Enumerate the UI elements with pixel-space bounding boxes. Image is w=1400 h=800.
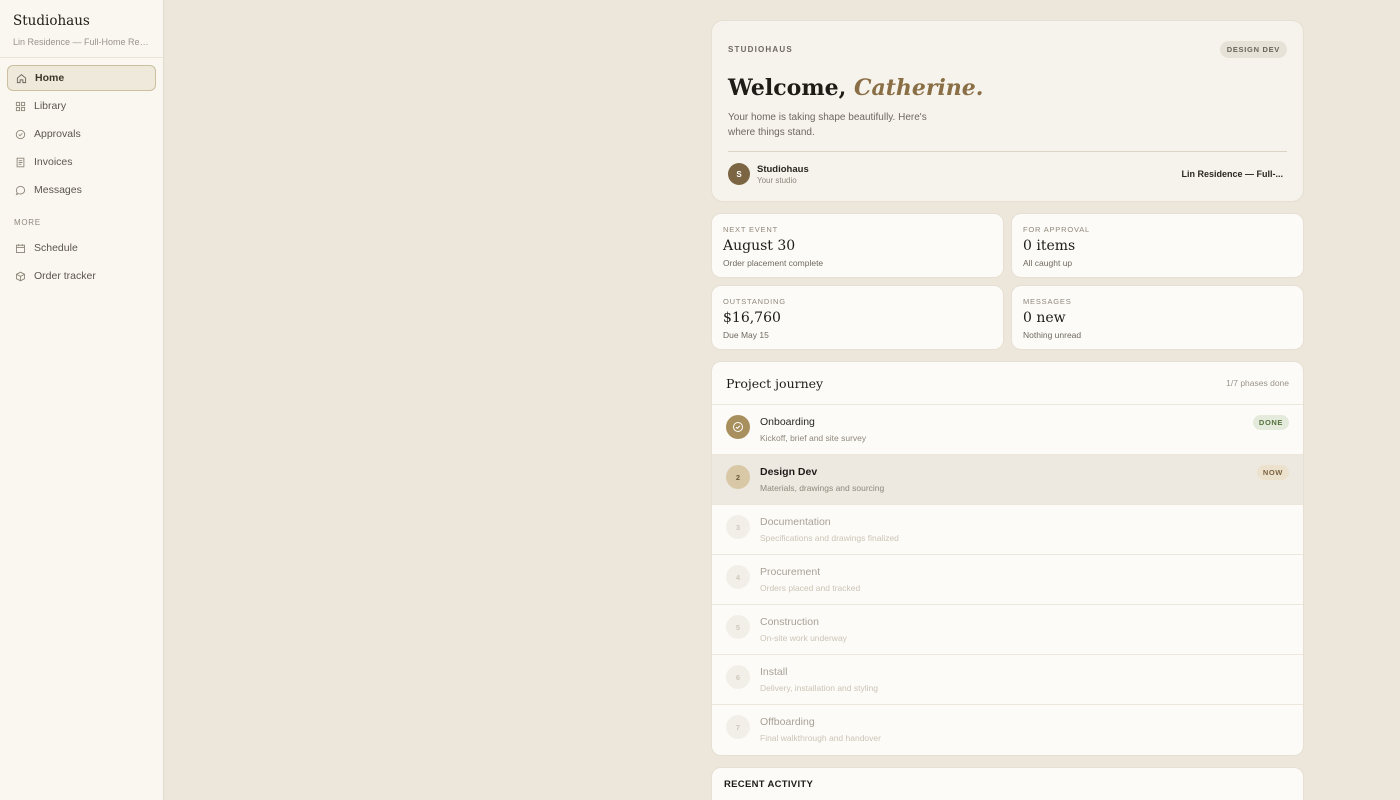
project-name: Lin Residence — Full-... xyxy=(1181,169,1283,179)
welcome-prefix: Welcome, xyxy=(728,75,854,101)
status-badge: NOW xyxy=(1256,465,1289,480)
stat-value: 0 new xyxy=(1023,310,1066,326)
phase-subtitle: Specifications and drawings finalized xyxy=(760,533,899,543)
studio-eyebrow: STUDIOHAUS xyxy=(728,45,793,54)
welcome-heading: Welcome, Catherine. xyxy=(728,75,1287,101)
phase-install[interactable]: 6 Install Delivery, installation and sty… xyxy=(712,655,1303,705)
stat-sub: All caught up xyxy=(1023,258,1073,268)
phase-title: Onboarding xyxy=(760,416,815,428)
grid-icon xyxy=(15,101,26,111)
stat-for-approval[interactable]: FOR APPROVAL 0 items All caught up xyxy=(1011,213,1304,278)
welcome-description: Your home is taking shape beautifully. H… xyxy=(728,112,927,138)
phase-construction[interactable]: 5 Construction On-site work underway xyxy=(712,605,1303,655)
phase-number: 7 xyxy=(726,715,750,739)
stat-value: August 30 xyxy=(723,238,796,254)
sidebar-section-more: MORE xyxy=(14,218,41,227)
sidebar-item-library[interactable]: Library xyxy=(7,93,156,119)
sidebar-item-order-tracker[interactable]: Order tracker xyxy=(7,263,156,289)
sidebar-item-messages[interactable]: Messages xyxy=(7,177,156,203)
brand-title: Studiohaus xyxy=(13,13,90,29)
welcome-name: Catherine. xyxy=(853,75,984,101)
journey-title: Project journey xyxy=(726,375,824,391)
chat-bubble-icon xyxy=(15,185,26,195)
stat-value: $16,760 xyxy=(723,310,781,326)
sidebar-item-approvals[interactable]: Approvals xyxy=(7,121,156,147)
journey-progress: 1/7 phases done xyxy=(1226,378,1289,388)
studio-name: Studiohaus xyxy=(757,163,809,175)
phase-number: 6 xyxy=(726,665,750,689)
stat-messages[interactable]: MESSAGES 0 new Nothing unread xyxy=(1011,285,1304,350)
phase-subtitle: Final walkthrough and handover xyxy=(760,733,881,743)
stat-sub: Nothing unread xyxy=(1023,330,1082,340)
hero-divider xyxy=(728,151,1287,152)
sidebar-item-label: Approvals xyxy=(34,128,81,140)
status-badge: DONE xyxy=(1252,415,1289,430)
stat-value: 0 items xyxy=(1023,238,1076,254)
phase-subtitle: On-site work underway xyxy=(760,633,847,643)
phase-status-indicator xyxy=(726,415,750,439)
phase-title: Documentation xyxy=(760,516,831,528)
sidebar-nav: Home Library Approvals Invoices Messages xyxy=(0,58,163,203)
sidebar-item-label: Order tracker xyxy=(34,270,96,282)
main-content: STUDIOHAUS DESIGN DEV Welcome, Catherine… xyxy=(711,20,1304,800)
sidebar: Studiohaus Lin Residence — Full-Home Ren… xyxy=(0,0,164,800)
check-circle-icon xyxy=(733,422,743,432)
stat-label: MESSAGES xyxy=(1023,297,1072,306)
project-journey: Project journey 1/7 phases done Onboardi… xyxy=(711,361,1304,756)
phase-title: Offboarding xyxy=(760,716,815,728)
phase-documentation[interactable]: 3 Documentation Specifications and drawi… xyxy=(712,505,1303,555)
journey-header: Project journey 1/7 phases done xyxy=(712,362,1303,405)
phase-title: Procurement xyxy=(760,566,821,578)
stat-next-event[interactable]: NEXT EVENT August 30 Order placement com… xyxy=(711,213,1004,278)
stat-sub: Due May 15 xyxy=(723,330,769,340)
sidebar-nav-more: Schedule Order tracker xyxy=(0,235,163,289)
studio-role: Your studio xyxy=(757,175,797,185)
recent-activity: RECENT ACTIVITY xyxy=(711,767,1304,800)
phase-offboarding[interactable]: 7 Offboarding Final walkthrough and hand… xyxy=(712,705,1303,755)
sidebar-item-home[interactable]: Home xyxy=(7,65,156,91)
phase-subtitle: Orders placed and tracked xyxy=(760,583,861,593)
phase-subtitle: Delivery, installation and styling xyxy=(760,683,878,693)
document-icon xyxy=(16,157,25,167)
home-icon xyxy=(16,73,27,83)
stat-label: FOR APPROVAL xyxy=(1023,225,1090,234)
phase-number: 3 xyxy=(726,515,750,539)
sidebar-item-invoices[interactable]: Invoices xyxy=(7,149,156,175)
stats-grid: NEXT EVENT August 30 Order placement com… xyxy=(711,213,1304,350)
package-icon xyxy=(16,271,25,281)
sidebar-item-label: Library xyxy=(34,100,67,112)
brand-block: Studiohaus Lin Residence — Full-Home Ren… xyxy=(0,0,163,58)
sidebar-item-label: Home xyxy=(35,72,65,84)
phase-title: Design Dev xyxy=(760,466,818,478)
phase-subtitle: Kickoff, brief and site survey xyxy=(760,433,867,443)
phase-subtitle: Materials, drawings and sourcing xyxy=(760,483,885,493)
sidebar-item-label: Messages xyxy=(34,184,82,196)
stat-label: NEXT EVENT xyxy=(723,225,778,234)
phase-title: Construction xyxy=(760,616,819,628)
recent-activity-title: RECENT ACTIVITY xyxy=(712,768,1303,800)
stat-outstanding[interactable]: OUTSTANDING $16,760 Due May 15 xyxy=(711,285,1004,350)
phase-number: 4 xyxy=(726,565,750,589)
stat-sub: Order placement complete xyxy=(723,258,824,268)
phase-number: 5 xyxy=(726,615,750,639)
calendar-icon xyxy=(16,243,25,253)
phase-number: 2 xyxy=(726,465,750,489)
stage-badge: DESIGN DEV xyxy=(1219,41,1287,58)
sidebar-item-label: Schedule xyxy=(34,242,78,254)
sidebar-item-label: Invoices xyxy=(34,156,73,168)
stat-label: OUTSTANDING xyxy=(723,297,786,306)
phase-design-dev[interactable]: 2 Design Dev Materials, drawings and sou… xyxy=(712,455,1303,505)
check-circle-icon xyxy=(15,129,26,139)
phase-onboarding[interactable]: Onboarding Kickoff, brief and site surve… xyxy=(712,405,1303,455)
welcome-card: STUDIOHAUS DESIGN DEV Welcome, Catherine… xyxy=(711,20,1304,202)
phase-title: Install xyxy=(760,666,788,678)
project-subtitle: Lin Residence — Full-Home Renov... xyxy=(13,37,150,47)
sidebar-item-schedule[interactable]: Schedule xyxy=(7,235,156,261)
studio-avatar: S xyxy=(728,163,750,185)
studio-row: S Studiohaus Your studio Lin Residence —… xyxy=(728,163,1283,185)
phase-procurement[interactable]: 4 Procurement Orders placed and tracked xyxy=(712,555,1303,605)
